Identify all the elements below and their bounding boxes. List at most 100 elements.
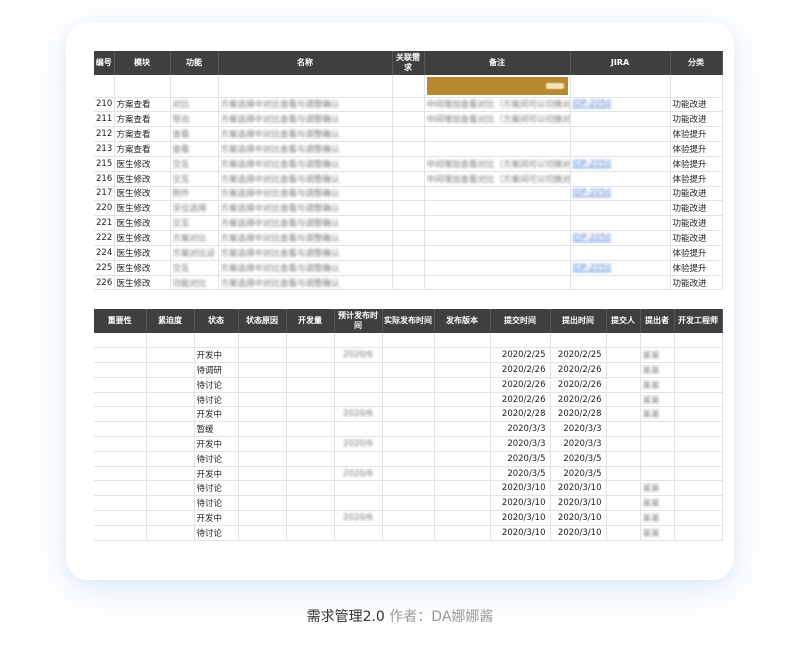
table-row[interactable]: 开发中 2020/6 2020/2/28 2020/2/28 某某 (94, 406, 723, 423)
remark-cell[interactable] (424, 275, 571, 291)
remark-cell[interactable] (424, 141, 571, 157)
submitter-cell[interactable] (606, 451, 641, 467)
release-version-cell[interactable] (434, 525, 491, 541)
release-version-cell[interactable] (434, 451, 491, 467)
status-cell[interactable]: 暂缓 (194, 421, 239, 438)
column-header[interactable]: 提出者 (640, 309, 675, 333)
function-cell[interactable]: 交互 (170, 171, 219, 187)
expected-release-cell[interactable] (334, 421, 383, 438)
proposer-cell[interactable] (640, 436, 675, 452)
related-cell[interactable] (392, 260, 425, 276)
dev-effort-cell[interactable] (286, 495, 335, 512)
table-row[interactable]: 226 医生修改 功能对比 方案选择中对比查看与调整确认 功能改进 (94, 275, 723, 291)
dev-effort-cell[interactable] (286, 466, 335, 482)
submit-time-cell[interactable]: 2020/2/26 (490, 362, 551, 378)
module-cell[interactable]: 医生修改 (114, 200, 171, 217)
table-row[interactable] (94, 75, 723, 98)
importance-cell[interactable] (94, 525, 147, 541)
remark-cell[interactable] (424, 230, 571, 246)
table-row[interactable]: 222 医生修改 方案对比 方案选择中对比查看与调整确认 IDP-2050 功能改进 (94, 230, 723, 246)
column-header[interactable]: 提交时间 (490, 309, 551, 333)
status-reason-cell[interactable] (238, 362, 287, 378)
status-reason-cell[interactable] (238, 436, 287, 452)
urgency-cell[interactable] (146, 421, 195, 438)
function-cell[interactable]: 交互 (170, 156, 219, 172)
status-cell[interactable]: 开发中 (194, 510, 239, 526)
category-cell[interactable]: 功能改进 (670, 230, 723, 246)
module-cell[interactable]: 方案查看 (114, 141, 171, 157)
column-header[interactable]: 编号 (94, 51, 115, 75)
dev-engineer-cell[interactable] (674, 406, 723, 423)
actual-release-cell[interactable] (382, 392, 435, 408)
proposer-cell[interactable]: 某某 (640, 406, 675, 423)
jira-cell[interactable] (570, 171, 671, 187)
urgency-cell[interactable] (146, 525, 195, 541)
proposer-cell[interactable]: 某某 (640, 495, 675, 512)
remark-cell[interactable] (424, 245, 571, 261)
dev-engineer-cell[interactable] (674, 495, 723, 512)
jira-cell[interactable] (570, 275, 671, 291)
propose-time-cell[interactable]: 2020/2/26 (550, 362, 607, 378)
category-cell[interactable]: 体验提升 (670, 156, 723, 172)
table-row[interactable]: 213 方案查看 查看 方案选择中对比查看与调整确认 体验提升 (94, 141, 723, 157)
jira-cell[interactable]: IDP-2050 (570, 156, 671, 172)
submitter-cell[interactable] (606, 347, 641, 364)
column-header[interactable]: 实际发布时间 (382, 309, 435, 333)
table-row[interactable]: 待讨论 2020/2/26 2020/2/26 某某 (94, 392, 723, 408)
dev-effort-cell[interactable] (286, 480, 335, 497)
expected-release-cell[interactable] (334, 377, 383, 393)
actual-release-cell[interactable] (382, 480, 435, 497)
dev-engineer-cell[interactable] (674, 480, 723, 497)
dev-engineer-cell[interactable] (674, 392, 723, 408)
proposer-cell[interactable]: 某某 (640, 347, 675, 364)
table-row[interactable]: 224 医生修改 方案对比设 方案选择中对比查看与调整确认 体验提升 (94, 245, 723, 261)
dev-effort-cell[interactable] (286, 392, 335, 408)
name-cell[interactable]: 方案选择中对比查看与调整确认 (218, 215, 393, 232)
status-cell[interactable]: 待调研 (194, 362, 239, 378)
category-cell[interactable]: 功能改进 (670, 200, 723, 217)
table-row[interactable]: 220 医生修改 牙位选择 方案选择中对比查看与调整确认 功能改进 (94, 200, 723, 217)
propose-time-cell[interactable]: 2020/3/10 (550, 525, 607, 541)
submit-time-cell[interactable]: 2020/2/28 (490, 406, 551, 423)
id-cell[interactable]: 211 (94, 111, 115, 128)
category-cell[interactable]: 体验提升 (670, 260, 723, 276)
status-cell[interactable]: 开发中 (194, 436, 239, 452)
expected-release-cell[interactable]: 2020/6 (334, 510, 383, 526)
urgency-cell[interactable] (146, 451, 195, 467)
table-row[interactable]: 开发中 2020/6 2020/3/10 2020/3/10 某某 (94, 510, 723, 526)
status-cell[interactable]: 待讨论 (194, 495, 239, 512)
id-cell[interactable]: 215 (94, 156, 115, 172)
column-header[interactable]: 状态原因 (238, 309, 287, 333)
column-header[interactable]: 名称 (218, 51, 393, 75)
propose-time-cell[interactable]: 2020/3/5 (550, 466, 607, 482)
remark-cell[interactable] (424, 215, 571, 232)
proposer-cell[interactable]: 某某 (640, 362, 675, 378)
remark-cell[interactable] (424, 126, 571, 143)
status-reason-cell[interactable] (238, 495, 287, 512)
submit-time-cell[interactable]: 2020/2/25 (490, 347, 551, 364)
table-row[interactable]: 待调研 2020/2/26 2020/2/26 某某 (94, 362, 723, 378)
related-cell[interactable] (392, 245, 425, 261)
status-reason-cell[interactable] (238, 421, 287, 438)
status-reason-cell[interactable] (238, 347, 287, 364)
function-cell[interactable]: 交互 (170, 260, 219, 276)
submit-time-cell[interactable]: 2020/3/3 (490, 436, 551, 452)
actual-release-cell[interactable] (382, 525, 435, 541)
category-cell[interactable]: 体验提升 (670, 171, 723, 187)
related-cell[interactable] (392, 215, 425, 232)
column-header[interactable]: 状态 (194, 309, 239, 333)
urgency-cell[interactable] (146, 362, 195, 378)
column-header[interactable]: 关联需 求 (392, 51, 425, 75)
function-cell[interactable]: 方案对比 (170, 230, 219, 246)
submit-time-cell[interactable]: 2020/3/10 (490, 480, 551, 497)
name-cell[interactable]: 方案选择中对比查看与调整确认 (218, 141, 393, 157)
release-version-cell[interactable] (434, 406, 491, 423)
urgency-cell[interactable] (146, 406, 195, 423)
column-header[interactable]: 功能 (170, 51, 219, 75)
expected-release-cell[interactable]: 2020/6 (334, 436, 383, 452)
status-cell[interactable]: 待讨论 (194, 377, 239, 393)
name-cell[interactable]: 方案选择中对比查看与调整确认 (218, 230, 393, 246)
related-cell[interactable] (392, 156, 425, 172)
table-row[interactable]: 217 医生修改 附件 方案选择中对比查看与调整确认 IDP-2050 功能改进 (94, 186, 723, 202)
table-row[interactable]: 212 方案查看 查看 方案选择中对比查看与调整确认 体验提升 (94, 126, 723, 143)
